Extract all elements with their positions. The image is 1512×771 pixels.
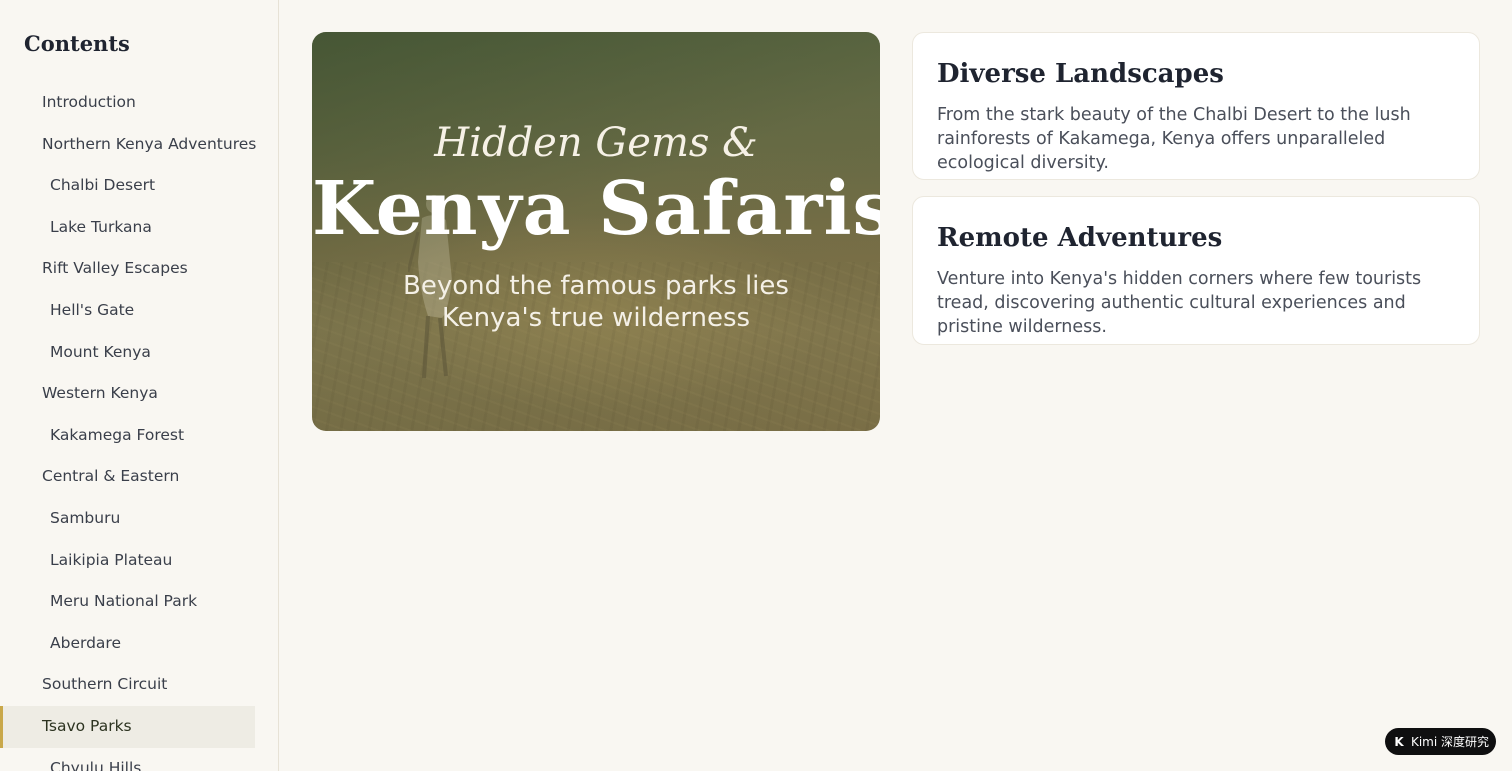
toc-item-lake-turkana[interactable]: Lake Turkana	[0, 207, 255, 249]
kimi-research-badge[interactable]: K Kimi 深度研究	[1385, 728, 1496, 755]
toc-item-chyulu-hills[interactable]: Chyulu Hills	[0, 748, 255, 771]
toc-item-mount-kenya[interactable]: Mount Kenya	[0, 332, 255, 374]
card-title: Diverse Landscapes	[937, 59, 1224, 89]
card-body: From the stark beauty of the Chalbi Dese…	[937, 105, 1411, 173]
toc-list: Introduction Northern Kenya Adventures C…	[0, 82, 256, 771]
toc-item-southern-circuit[interactable]: Southern Circuit	[0, 664, 255, 706]
toc-item-samburu[interactable]: Samburu	[0, 498, 255, 540]
card-remote-adventures: Remote Adventures Venture into Kenya's h…	[912, 196, 1480, 345]
toc-item-northern-kenya-adventures[interactable]: Northern Kenya Adventures	[0, 124, 256, 166]
toc-item-tsavo-parks-active[interactable]: Tsavo Parks	[0, 705, 255, 748]
toc-item-rift-valley-escapes[interactable]: Rift Valley Escapes	[0, 248, 255, 290]
toc-item-kakamega-forest[interactable]: Kakamega Forest	[0, 415, 255, 457]
table-of-contents-sidebar: Contents Introduction Northern Kenya Adv…	[0, 0, 279, 771]
hero-eyebrow: Hidden Gems &	[434, 120, 758, 166]
hero-subtitle: Beyond the famous parks lies Kenya's tru…	[403, 271, 789, 333]
badge-label: Kimi 深度研究	[1410, 735, 1490, 749]
kimi-logo-icon: K	[1394, 734, 1404, 749]
toc-item-hells-gate[interactable]: Hell's Gate	[0, 290, 255, 332]
card-diverse-landscapes: Diverse Landscapes From the stark beauty…	[912, 32, 1480, 180]
toc-item-aberdare[interactable]: Aberdare	[0, 623, 255, 665]
toc-item-western-kenya[interactable]: Western Kenya	[0, 373, 255, 415]
hero-banner: Hidden Gems & Kenya Safaris Beyond the f…	[312, 32, 880, 431]
toc-item-central-eastern[interactable]: Central & Eastern	[0, 456, 255, 498]
toc-item-introduction[interactable]: Introduction	[0, 82, 255, 124]
toc-item-meru-national-park[interactable]: Meru National Park	[0, 581, 255, 623]
sidebar-title: Contents	[24, 31, 130, 56]
hero-title: Kenya Safaris	[312, 166, 880, 252]
card-title: Remote Adventures	[937, 223, 1223, 253]
toc-item-laikipia-plateau[interactable]: Laikipia Plateau	[0, 540, 255, 582]
toc-item-chalbi-desert[interactable]: Chalbi Desert	[0, 165, 255, 207]
card-body: Venture into Kenya's hidden corners wher…	[937, 269, 1422, 337]
